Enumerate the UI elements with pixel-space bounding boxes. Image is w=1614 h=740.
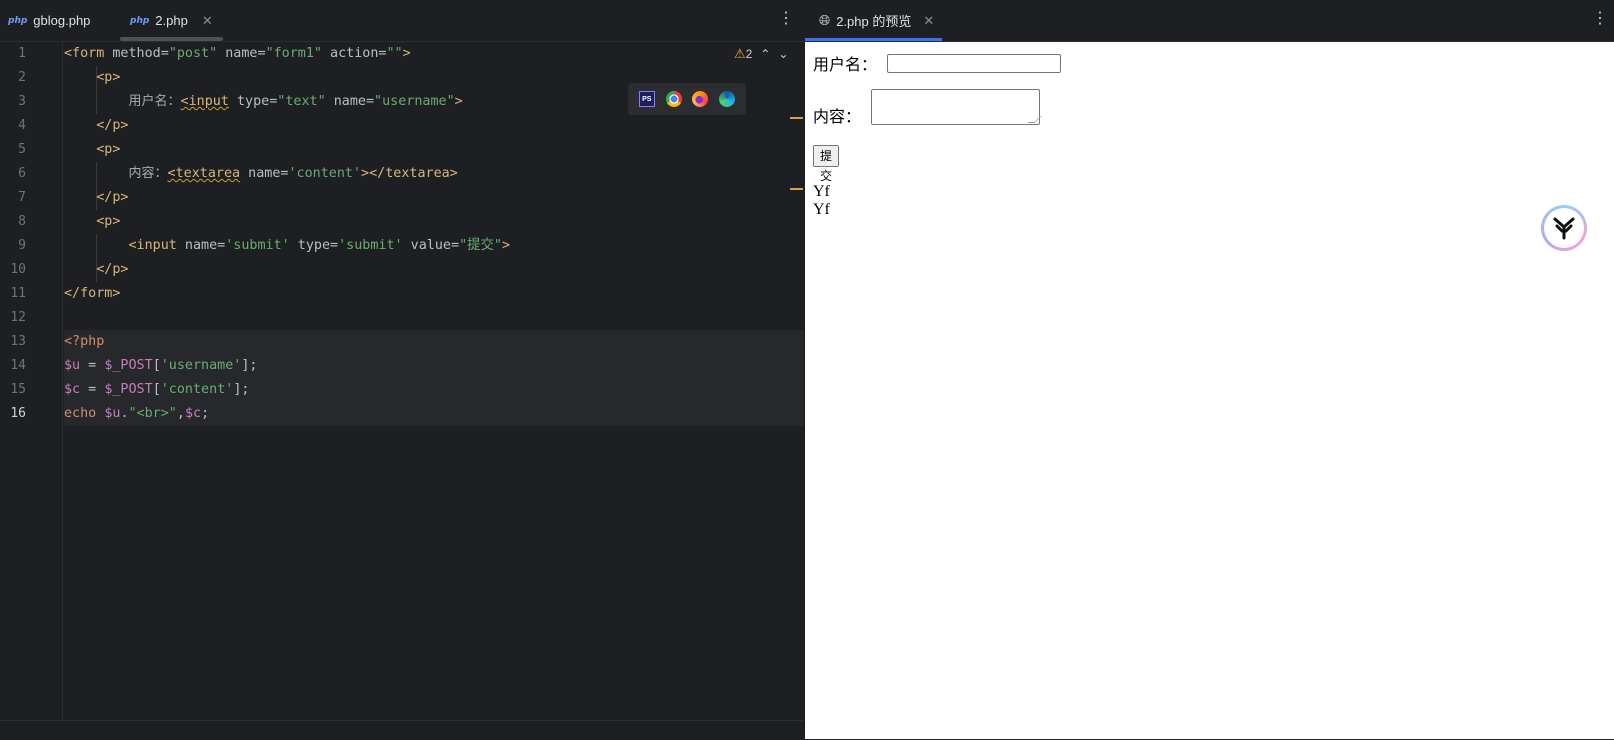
code-line: 5 <p> [18,142,121,157]
php-file-icon: php [130,15,150,26]
content-label: 内容： [813,109,862,126]
code-line: 1 <form method="post" name="form1" action… [18,46,411,61]
more-options-icon[interactable]: ⋮ [778,11,794,27]
code-line-current: 16 echo $u."<br>",$c; [10,402,804,426]
username-row: 用户名： [813,51,1062,75]
username-label: 用户名： [813,57,878,74]
assistant-floating-icon[interactable] [1541,205,1587,251]
output-text: Yf Yf [813,183,830,219]
tab-label: 2.php 的预览 [836,14,912,29]
code-line: 7 </p> [18,190,129,205]
output-line: Yf [813,183,830,200]
code-line: 15 $c = $_POST['content']; [10,378,804,402]
status-bar [0,720,804,740]
tab-preview[interactable]: 🌐︎ 2.php 的预览 ✕ [805,0,942,41]
code-editor-pane: php gblog.php php 2.php ✕ ⋮ ⚠2 ⌃ ⌄ PS 1 <… [0,0,804,740]
tab-gblog-php[interactable]: php gblog.php [8,0,90,41]
code-line: 3 用户名：<input type="text" name="username"… [18,94,463,109]
code-line: 8 <p> [18,214,121,229]
more-options-icon[interactable]: ⋮ [1592,11,1608,27]
code-line: 13 <?php [10,330,804,354]
code-line: 14 $u = $_POST['username']; [10,354,804,378]
code-line: 9 <input name='submit' type='submit' val… [18,238,511,253]
content-row: 内容： [813,89,1041,126]
editor-tab-bar: php gblog.php php 2.php ✕ ⋮ [0,0,804,42]
code-line: 2 <p> [18,70,121,85]
code-line: 6 内容：<textarea name='content'></textarea… [18,166,458,181]
content-textarea[interactable] [871,89,1041,125]
code-line: 12 [10,310,26,325]
output-line: Yf [813,201,830,218]
tab-label: gblog.php [33,13,91,28]
tab-2-php[interactable]: php 2.php ✕ [120,0,223,41]
username-input[interactable] [887,53,1062,73]
close-icon[interactable]: ✕ [923,13,934,29]
submit-button[interactable]: 提交 [813,145,840,183]
globe-icon: 🌐︎ [819,12,831,28]
code-line: 4 </p> [18,118,129,133]
code-line: 11 </form> [10,286,121,301]
code-area[interactable]: 1 <form method="post" name="form1" action… [10,42,804,426]
tab-label: 2.php [155,13,188,28]
close-icon[interactable]: ✕ [202,13,213,29]
php-file-icon: php [8,15,28,26]
preview-tab-bar: 🌐︎ 2.php 的预览 ✕ ⋮ [805,0,1614,42]
code-line: 10 </p> [10,262,129,277]
